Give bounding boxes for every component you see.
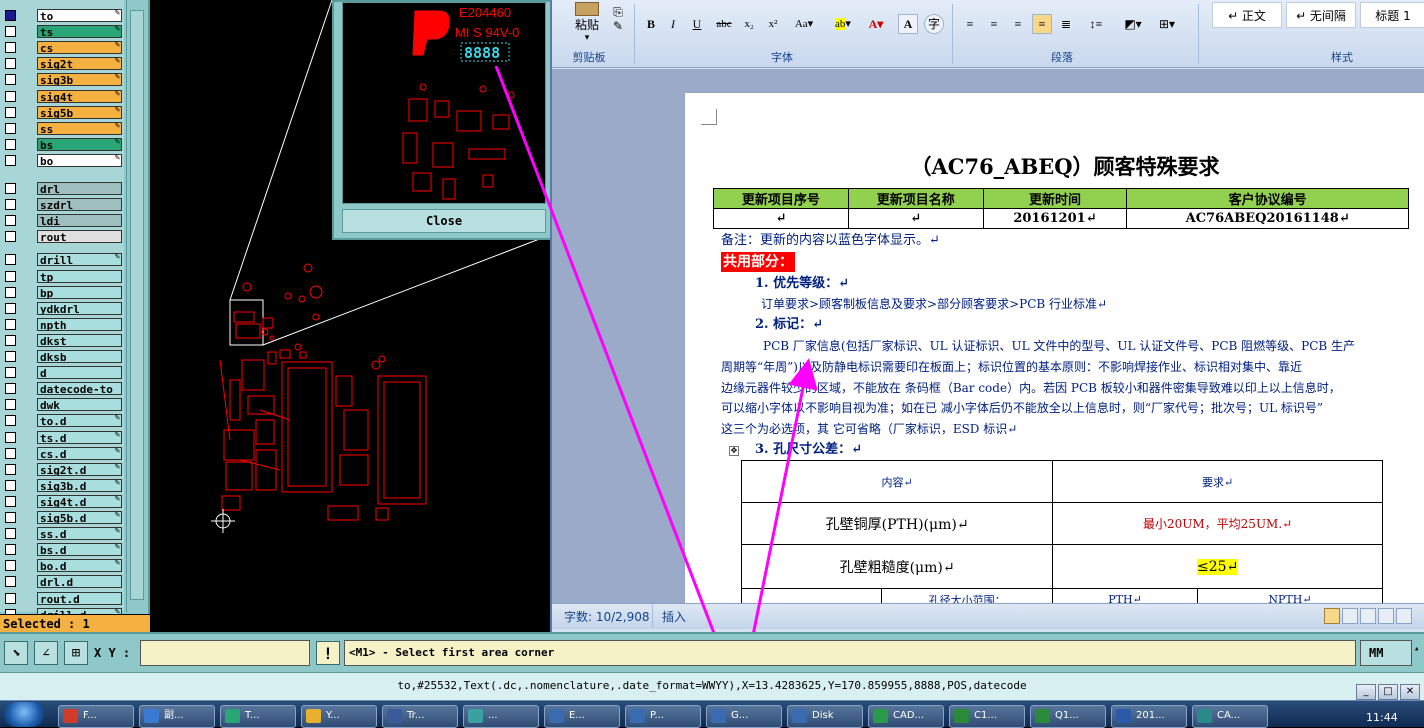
taskbar-item[interactable]: CA... (1192, 705, 1268, 728)
command-bar: ⬊ ∠ ⊞ X Y : ! <M1> - Select first area c… (0, 632, 1424, 672)
taskbar-item[interactable]: 副... (139, 705, 215, 728)
zoom-window-tool-icon[interactable]: ⬊ (4, 641, 28, 665)
app-icon (549, 709, 564, 723)
chevron-icon[interactable]: ▴ (1414, 644, 1419, 654)
app-icon (630, 709, 645, 723)
app-icon (954, 709, 969, 723)
taskbar-label: F... (83, 710, 97, 721)
taskbar-label: ... (488, 710, 498, 721)
taskbar: F... 副... T... Y... Tr...... E... P... G... Disk… (0, 700, 1424, 728)
app-icon (144, 709, 159, 723)
taskbar-label: E... (569, 710, 585, 721)
taskbar-item[interactable]: Y... (301, 705, 377, 728)
alert-icon[interactable]: ! (316, 641, 340, 665)
taskbar-item[interactable]: T... (220, 705, 296, 728)
taskbar-label: C1... (974, 710, 997, 721)
units-selector[interactable]: MM (1360, 640, 1412, 666)
clock: 11:44 (1366, 711, 1398, 724)
app-icon (792, 709, 807, 723)
annotation-arrow (494, 65, 741, 695)
app-icon (387, 709, 402, 723)
taskbar-label: Y... (326, 710, 340, 721)
taskbar-item[interactable]: F... (58, 705, 134, 728)
xy-label: X Y : (94, 646, 131, 660)
taskbar-label: P... (650, 710, 665, 721)
taskbar-item[interactable]: C1... (949, 705, 1025, 728)
app-icon (225, 709, 240, 723)
taskbar-item[interactable]: P... (625, 705, 701, 728)
annotation-overlay (494, 65, 818, 695)
taskbar-label: CA... (1217, 710, 1241, 721)
taskbar-item[interactable]: ... (463, 705, 539, 728)
taskbar-item[interactable]: Disk (787, 705, 863, 728)
xy-input[interactable] (140, 640, 310, 666)
minimize-icon[interactable]: _ (1356, 684, 1376, 700)
maximize-icon[interactable]: □ (1378, 684, 1398, 700)
taskbar-item[interactable]: CAD... (868, 705, 944, 728)
app-icon (1116, 709, 1131, 723)
taskbar-label: 副... (164, 710, 184, 721)
taskbar-label: Disk (812, 710, 834, 721)
taskbar-item[interactable]: Q1... (1030, 705, 1106, 728)
taskbar-label: CAD... (893, 710, 925, 721)
app-icon (873, 709, 888, 723)
taskbar-item[interactable]: 201... (1111, 705, 1187, 728)
taskbar-label: Q1... (1055, 710, 1079, 721)
app-icon (1035, 709, 1050, 723)
angle-tool-icon[interactable]: ∠ (34, 641, 58, 665)
taskbar-label: Tr... (407, 710, 425, 721)
taskbar-label: G... (731, 710, 749, 721)
app-icon (1197, 709, 1212, 723)
taskbar-label: 201... (1136, 710, 1165, 721)
taskbar-item[interactable]: G... (706, 705, 782, 728)
command-prompt: <M1> - Select first area corner (344, 640, 1356, 666)
app-icon (63, 709, 78, 723)
app-icon (306, 709, 321, 723)
app-icon (711, 709, 726, 723)
start-button[interactable] (4, 702, 44, 727)
taskbar-label: T... (245, 710, 260, 721)
app-icon (468, 709, 483, 723)
taskbar-item[interactable]: E... (544, 705, 620, 728)
grid-tool-icon[interactable]: ⊞ (64, 641, 88, 665)
feature-info-line: to,#25532,Text(.dc,.nomenclature,.date_f… (0, 672, 1424, 700)
taskbar-item[interactable]: Tr... (382, 705, 458, 728)
close-icon[interactable]: ✕ (1400, 684, 1420, 700)
